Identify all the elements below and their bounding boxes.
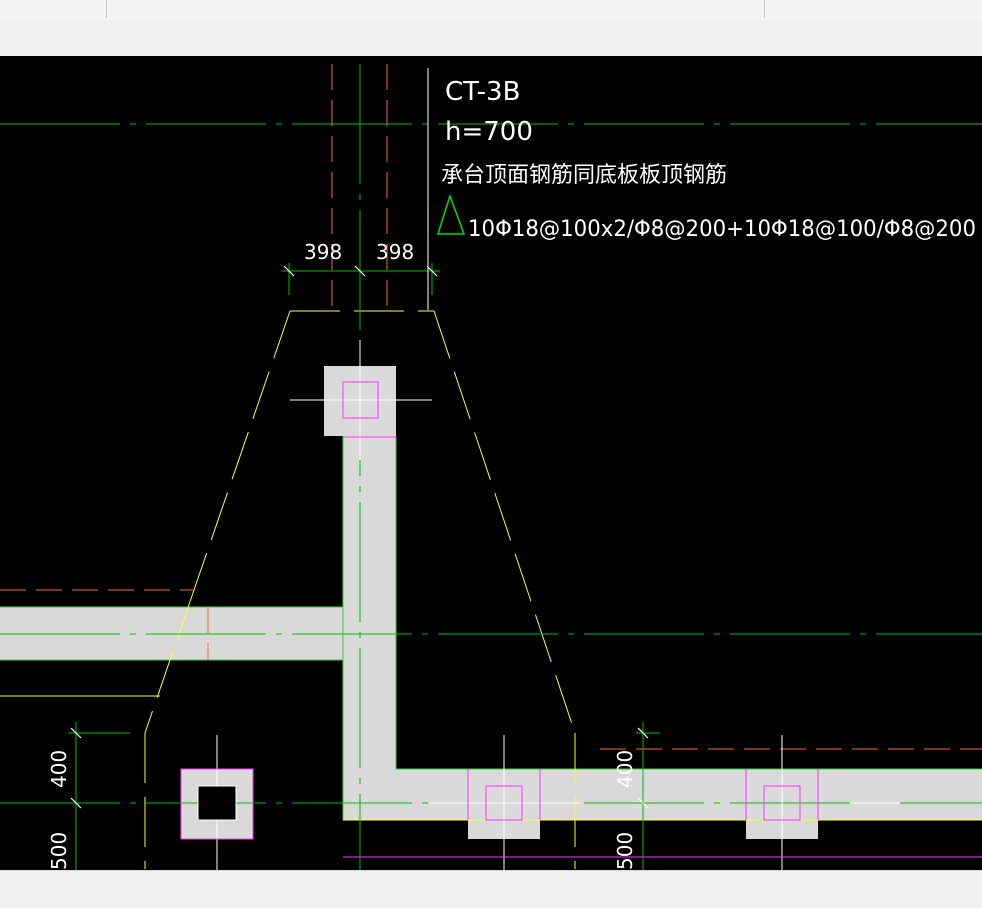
toolbar-separator: [106, 0, 107, 18]
cad-drawing[interactable]: CT-3B h=700 承台顶面钢筋同底板板顶钢筋 10Φ18@100x2/Φ8…: [0, 56, 982, 870]
height-label: h=700: [445, 117, 533, 147]
pile-cap-label: CT-3B: [445, 77, 520, 107]
cad-canvas[interactable]: CT-3B h=700 承台顶面钢筋同底板板顶钢筋 10Φ18@100x2/Φ8…: [0, 56, 982, 870]
dimension-label-mid-400: 400: [613, 750, 637, 788]
triangle-marker-icon: [436, 193, 466, 235]
note-label: 承台顶面钢筋同底板板顶钢筋: [441, 163, 727, 188]
wall-fills: [0, 366, 982, 839]
toolbar-separator: [764, 0, 765, 18]
toolbar: [0, 0, 982, 20]
dimension-label-top-left: 398: [304, 240, 342, 264]
dimension-label-mid-500: 500: [613, 832, 637, 870]
status-bar: [0, 870, 982, 908]
dimension-label-left-500: 500: [47, 832, 71, 870]
secondary-toolbar: [0, 20, 982, 57]
dimension-label-left-400: 400: [47, 750, 71, 788]
column-hollow: [197, 785, 237, 821]
dimension-label-top-right: 398: [376, 240, 414, 264]
rebar-spec-label: 10Φ18@100x2/Φ8@200+10Φ18@100/Φ8@200: [468, 217, 976, 242]
